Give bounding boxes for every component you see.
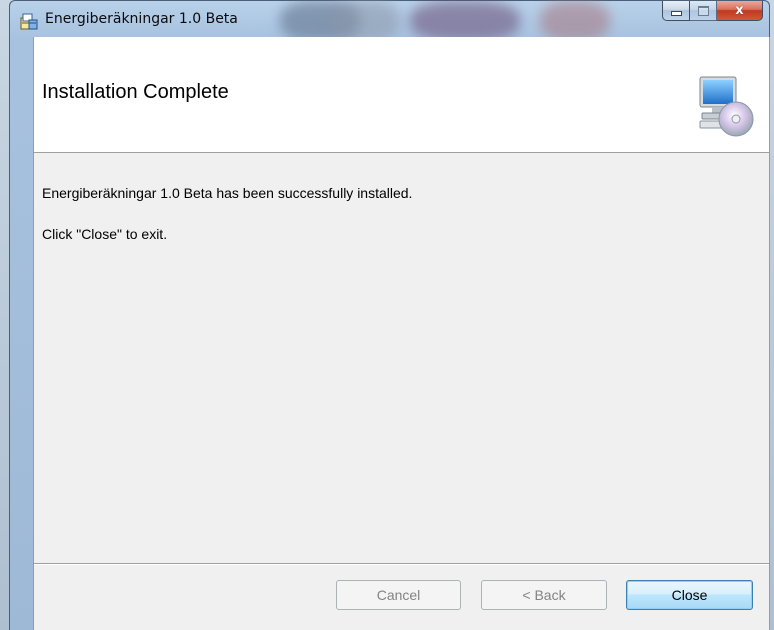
maximize-icon [697,5,709,16]
success-message: Energiberäkningar 1.0 Beta has been succ… [42,185,413,201]
back-button: < Back [481,580,607,610]
computer-with-cd-icon [699,76,754,137]
cancel-button: Cancel [336,580,461,610]
title-bar[interactable]: Energiberäkningar 1.0 Beta x [10,1,769,37]
caption-buttons: x [662,1,763,21]
exit-instruction: Click "Close" to exit. [42,226,168,242]
installer-package-icon [20,13,38,30]
maximize-button [690,1,717,21]
page-title: Installation Complete [42,81,229,103]
minimize-button[interactable] [662,1,690,21]
footer-divider [34,563,769,565]
minimize-icon [670,11,682,16]
close-button[interactable]: Close [626,580,753,610]
window-title: Energiberäkningar 1.0 Beta [45,11,238,27]
window-close-button[interactable]: x [717,1,763,21]
dialog-client-area: Installation Complete Energiberäkningar … [33,37,770,630]
close-icon: x [735,3,744,18]
header-banner: Installation Complete [34,37,769,153]
